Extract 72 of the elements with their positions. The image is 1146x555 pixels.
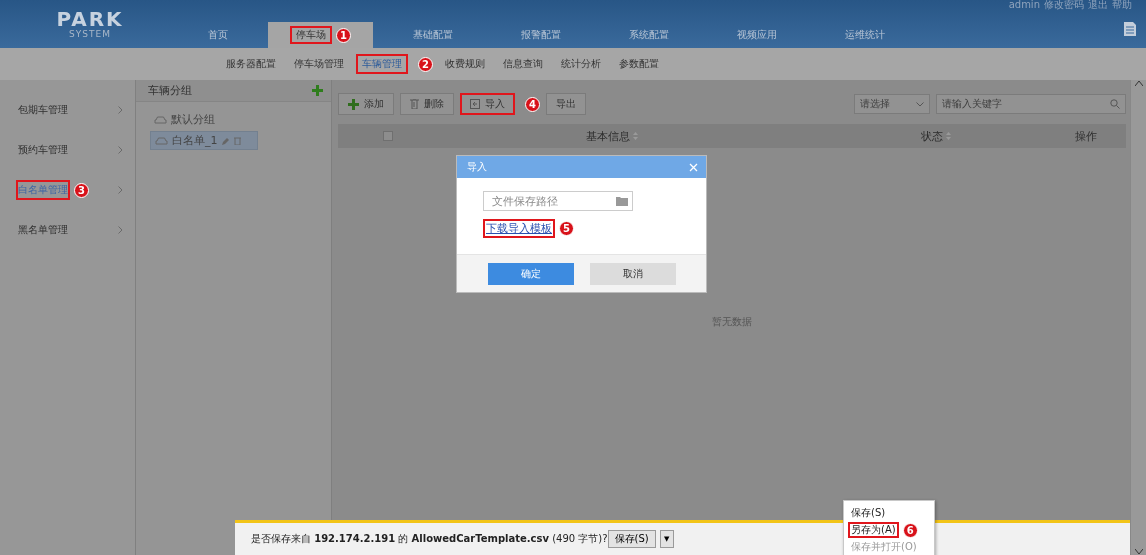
toolbar-button[interactable]: 导出 — [546, 93, 586, 115]
column-header: 操作 — [1075, 128, 1097, 144]
car-icon — [155, 136, 168, 145]
checkbox[interactable] — [383, 131, 393, 141]
sidebar-item[interactable]: 黑名单管理 — [16, 220, 70, 240]
scroll-up-icon[interactable] — [1134, 80, 1143, 86]
document-icon[interactable] — [1124, 22, 1136, 36]
step-marker: 2 — [418, 56, 433, 72]
search-icon[interactable] — [1110, 99, 1120, 109]
nav-tab[interactable]: 首页 — [180, 22, 256, 48]
nav-tab[interactable]: 运维统计 — [817, 22, 913, 48]
nav-tab[interactable]: 报警配置 — [493, 22, 589, 48]
toolbar-button[interactable]: 导入 — [460, 93, 515, 115]
step-marker: 3 — [74, 182, 89, 198]
column-header[interactable]: 基本信息 — [586, 128, 630, 144]
cancel-button[interactable]: 取消 — [589, 262, 676, 285]
trash-icon — [410, 99, 419, 109]
step-marker: 5 — [559, 221, 574, 236]
chevron-down-icon — [916, 101, 924, 107]
user-link[interactable]: 修改密码 — [1044, 0, 1084, 10]
plus-icon — [348, 98, 359, 110]
scrollbar[interactable] — [1130, 80, 1146, 555]
trash-icon[interactable] — [233, 136, 241, 145]
search-field[interactable]: 请输入关键字 — [936, 94, 1126, 114]
chevron-icon — [118, 106, 123, 114]
import-icon — [470, 99, 480, 109]
subnav-tab[interactable]: 信息查询 — [497, 54, 549, 74]
toolbar-button[interactable]: 添加 — [338, 93, 394, 115]
subnav-tab[interactable]: 收费规则 — [439, 54, 491, 74]
nav-tab[interactable]: 基础配置 — [385, 22, 481, 48]
logo: PARK SYSTEM — [55, 6, 125, 41]
user-link[interactable]: 帮助 — [1112, 0, 1132, 10]
user-link[interactable]: 退出 — [1088, 0, 1108, 10]
sort-icon[interactable] — [946, 132, 951, 140]
select-field[interactable]: 请选择 — [854, 94, 930, 114]
folder-icon[interactable] — [616, 196, 628, 206]
subnav-tab[interactable]: 车辆管理 — [356, 54, 408, 74]
file-path-field[interactable]: 文件保存路径 — [483, 191, 633, 211]
step-marker: 6 — [902, 522, 918, 538]
sort-icon[interactable] — [633, 132, 638, 140]
chevron-icon — [118, 186, 123, 194]
toolbar-button[interactable]: 删除 — [400, 93, 454, 115]
subnav-tab[interactable]: 停车场管理 — [288, 54, 350, 74]
save-button[interactable]: 保存(S) — [607, 530, 656, 548]
confirm-button[interactable]: 确定 — [487, 262, 574, 285]
tree-item[interactable]: 白名单_1 — [150, 131, 258, 150]
scroll-down-icon[interactable] — [1134, 549, 1143, 555]
close-icon[interactable] — [689, 162, 698, 172]
subnav-tab[interactable]: 参数配置 — [613, 54, 665, 74]
step-marker: 4 — [525, 96, 540, 112]
sidebar-item[interactable]: 包期车管理 — [16, 100, 70, 120]
tree-item[interactable]: 默认分组 — [150, 110, 219, 129]
nav-tab[interactable]: 视频应用 — [709, 22, 805, 48]
nav-tab[interactable]: 系统配置 — [601, 22, 697, 48]
chevron-icon — [118, 226, 123, 234]
panel-title: 车辆分组 — [148, 83, 192, 98]
nav-tab[interactable]: 停车场 1 — [268, 22, 373, 48]
subnav-tab[interactable]: 统计分析 — [555, 54, 607, 74]
menu-item[interactable]: 另存为(A) — [848, 522, 899, 538]
car-icon — [154, 115, 167, 124]
user-link[interactable]: admin — [1008, 0, 1040, 10]
dialog-title: 导入 — [467, 160, 487, 174]
menu-item[interactable]: 保存(S) — [848, 505, 889, 521]
step-marker: 1 — [336, 27, 351, 43]
download-template-link[interactable]: 下载导入模板 — [483, 219, 555, 238]
column-header[interactable]: 状态 — [921, 128, 943, 144]
pencil-icon[interactable] — [221, 136, 230, 145]
plus-icon[interactable] — [312, 85, 323, 96]
chevron-icon — [118, 146, 123, 154]
sidebar-item[interactable]: 预约车管理 — [16, 140, 70, 160]
download-message: 是否保存来自 192.174.2.191 的 AllowedCarTemplate.csv (490 字节)? — [251, 532, 608, 546]
subnav-tab[interactable]: 服务器配置 — [220, 54, 282, 74]
